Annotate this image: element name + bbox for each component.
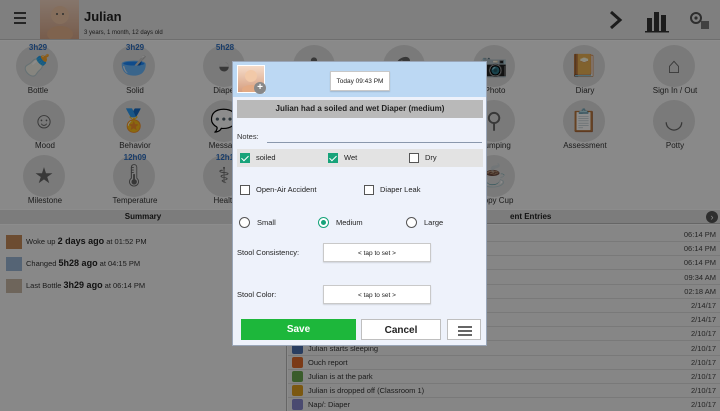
wet-checkbox-box — [328, 153, 338, 163]
diaper-leak-checkbox-box — [364, 185, 374, 195]
size-small-radio[interactable]: Small — [239, 216, 276, 230]
dry-checkbox-box — [409, 153, 419, 163]
save-button[interactable]: Save — [241, 319, 356, 340]
wet-checkbox[interactable]: Wet — [328, 151, 357, 165]
entry-description: Julian had a soiled and wet Diaper (medi… — [237, 100, 483, 118]
diaper-leak-checkbox[interactable]: Diaper Leak — [364, 183, 420, 197]
size-large-radio-dot — [406, 217, 417, 228]
diaper-entry-dialog: + Today 09:43 PM Julian had a soiled and… — [232, 61, 487, 346]
dialog-header: + Today 09:43 PM — [233, 62, 486, 97]
stool-color-button[interactable]: < tap to set > — [323, 285, 431, 304]
open-air-checkbox-box — [240, 185, 250, 195]
list-icon[interactable] — [447, 319, 481, 340]
add-child-icon[interactable]: + — [254, 82, 266, 94]
app-window: Julian 3 years, 1 month, 12 days old 🍼 3h… — [0, 0, 720, 411]
stool-consistency-button[interactable]: < tap to set > — [323, 243, 431, 262]
stool-consistency-label: Stool Consistency: — [237, 248, 300, 257]
stool-color-label: Stool Color: — [237, 290, 277, 299]
size-medium-radio-dot — [318, 217, 329, 228]
size-medium-radio[interactable]: Medium — [318, 216, 363, 230]
open-air-accident-checkbox[interactable]: Open-Air Accident — [240, 183, 316, 197]
cancel-button[interactable]: Cancel — [361, 319, 441, 340]
entry-time-button[interactable]: Today 09:43 PM — [330, 71, 390, 91]
dry-checkbox[interactable]: Dry — [409, 151, 437, 165]
soiled-checkbox-box — [240, 153, 250, 163]
notes-input[interactable] — [267, 130, 482, 143]
soiled-checkbox[interactable]: soiled — [240, 151, 276, 165]
notes-label: Notes: — [237, 132, 259, 141]
size-large-radio[interactable]: Large — [406, 216, 443, 230]
size-small-radio-dot — [239, 217, 250, 228]
